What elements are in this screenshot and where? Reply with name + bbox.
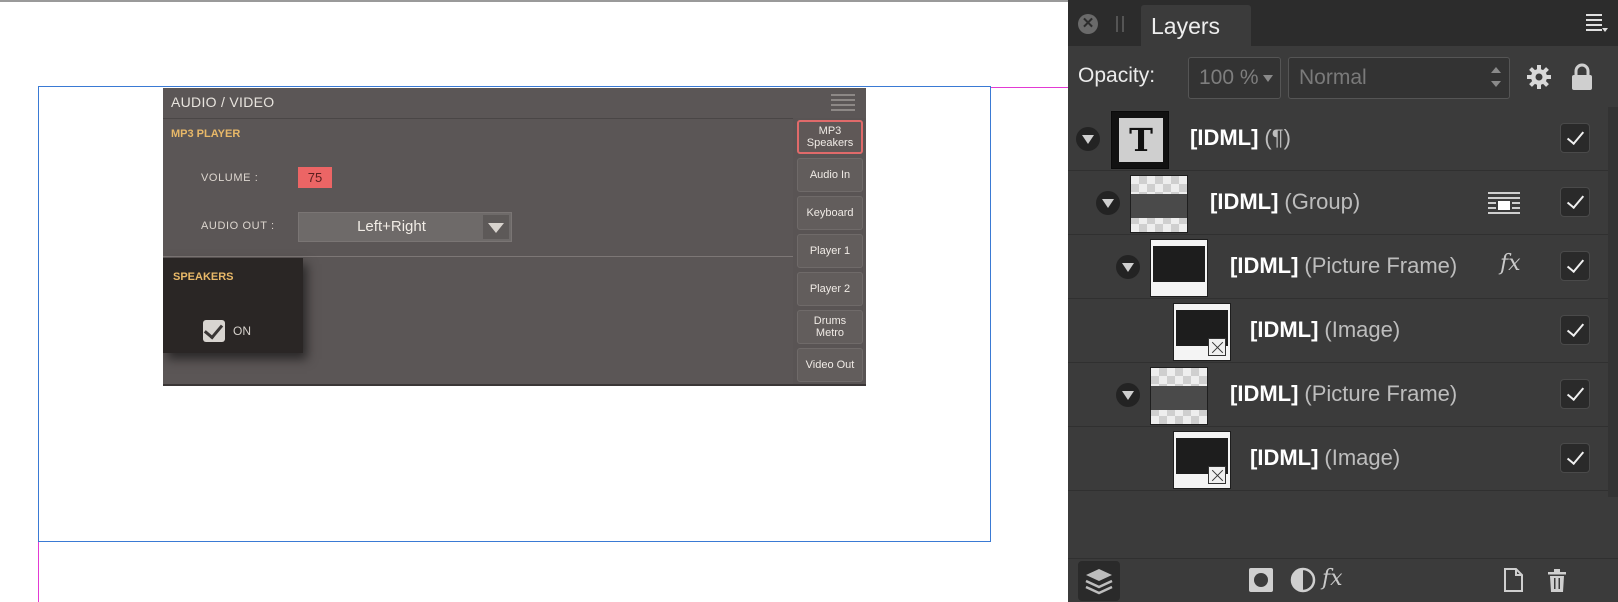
drag-grip-icon[interactable]: [1116, 16, 1124, 32]
av-bottom-edge: [163, 384, 866, 386]
panel-tab-bar: ✕ Layers: [1068, 0, 1618, 46]
image-icon: [1208, 338, 1226, 356]
visibility-checkbox[interactable]: [1560, 251, 1590, 281]
embedded-audio-video-image[interactable]: AUDIO / VIDEO MP3 PLAYER VOLUME : 75 AUD…: [163, 88, 866, 386]
layer-name: [IDML] (Group): [1210, 189, 1361, 214]
speakers-checkbox-icon: [203, 320, 225, 342]
layer-thumbnail: [1150, 239, 1208, 297]
layer-row-picture-frame[interactable]: [IDML] (Picture Frame): [1068, 363, 1608, 427]
layer-thumbnail: [1150, 367, 1208, 425]
chevron-down-icon: [483, 215, 509, 239]
add-layer-icon[interactable]: [1500, 567, 1526, 593]
tab-layers[interactable]: Layers: [1141, 5, 1251, 46]
layer-row-image[interactable]: [IDML] (Image): [1068, 427, 1608, 491]
side-tab-drums-metro: Drums Metro: [797, 310, 863, 344]
image-icon: [1208, 466, 1226, 484]
av-separator: [163, 256, 793, 257]
layer-row-text[interactable]: T [IDML] (¶): [1068, 107, 1608, 171]
side-tab-audio-in: Audio In: [797, 158, 863, 192]
panel-bottom-toolbar: fx: [1068, 558, 1618, 602]
fx-icon[interactable]: fx: [1500, 251, 1521, 276]
stepper-arrows-icon: [1491, 67, 1501, 89]
opacity-label: Opacity:: [1078, 64, 1156, 87]
layer-name: [IDML] (¶): [1190, 125, 1291, 150]
layer-name: [IDML] (Picture Frame): [1230, 381, 1458, 406]
opacity-field[interactable]: 100 %: [1188, 57, 1281, 99]
layer-name: [IDML] (Image): [1250, 317, 1401, 342]
layer-thumbnail: [1173, 431, 1231, 489]
layers-panel: ✕ Layers Opacity: 100 % Normal T [IDML] …: [1068, 0, 1618, 602]
blend-mode-value: Normal: [1299, 66, 1367, 89]
text-frame-icon: T: [1117, 116, 1165, 164]
layer-name: [IDML] (Picture Frame): [1230, 253, 1458, 278]
side-tab-player-2: Player 2: [797, 272, 863, 306]
expand-toggle-icon[interactable]: [1096, 191, 1120, 215]
volume-label: VOLUME :: [201, 172, 259, 184]
visibility-checkbox[interactable]: [1560, 123, 1590, 153]
lock-icon[interactable]: [1570, 63, 1594, 91]
trash-icon[interactable]: [1544, 567, 1570, 593]
visibility-checkbox[interactable]: [1560, 443, 1590, 473]
scrollbar[interactable]: [1608, 107, 1618, 497]
layers-stack-icon: [1085, 569, 1113, 595]
side-tab-player-1: Player 1: [797, 234, 863, 268]
adjustment-icon[interactable]: [1290, 567, 1316, 593]
layer-row-image[interactable]: [IDML] (Image): [1068, 299, 1608, 363]
visibility-checkbox[interactable]: [1560, 379, 1590, 409]
speakers-popup: SPEAKERS ON: [163, 258, 303, 353]
margin-guide-vertical: [38, 540, 39, 602]
visibility-checkbox[interactable]: [1560, 315, 1590, 345]
layer-name: [IDML] (Image): [1250, 445, 1401, 470]
audio-out-value: Left+Right: [357, 218, 426, 235]
text-wrap-icon[interactable]: [1488, 191, 1520, 215]
av-title: AUDIO / VIDEO: [171, 94, 275, 110]
layer-row-group[interactable]: [IDML] (Group): [1068, 171, 1608, 235]
canvas-top-edge: [0, 0, 1068, 2]
layer-row-picture-frame[interactable]: [IDML] (Picture Frame) fx: [1068, 235, 1608, 299]
expand-toggle-icon[interactable]: [1116, 383, 1140, 407]
fx-icon[interactable]: fx: [1322, 566, 1343, 591]
expand-toggle-icon[interactable]: [1076, 127, 1100, 151]
speakers-heading: SPEAKERS: [173, 271, 234, 283]
side-tab-mp3-speakers: MP3 Speakers: [797, 120, 863, 154]
panel-menu-icon[interactable]: [1586, 14, 1608, 32]
audio-out-label: AUDIO OUT :: [201, 220, 275, 232]
visibility-checkbox[interactable]: [1560, 187, 1590, 217]
expand-toggle-icon[interactable]: [1116, 255, 1140, 279]
layer-thumbnail: T: [1111, 111, 1169, 169]
close-icon[interactable]: ✕: [1078, 14, 1098, 34]
av-divider: [163, 118, 793, 119]
layer-thumbnail: [1130, 175, 1188, 233]
margin-guide-horizontal: [990, 87, 1068, 88]
side-tab-keyboard: Keyboard: [797, 196, 863, 230]
volume-value: 75: [298, 167, 332, 188]
gear-icon[interactable]: [1525, 63, 1553, 91]
mp3-player-heading: MP3 PLAYER: [171, 128, 241, 140]
layer-thumbnail: [1173, 303, 1231, 361]
side-tab-video-out: Video Out: [797, 348, 863, 382]
blend-mode-select[interactable]: Normal: [1288, 57, 1510, 99]
layers-stack-button[interactable]: [1078, 561, 1120, 601]
audio-out-select: Left+Right: [298, 212, 512, 242]
av-side-tabs: MP3 Speakers Audio In Keyboard Player 1 …: [793, 118, 866, 386]
av-menu-icon: [831, 94, 855, 112]
mask-layer-icon[interactable]: [1248, 567, 1274, 593]
speakers-on-label: ON: [233, 324, 251, 338]
page: AUDIO / VIDEO MP3 PLAYER VOLUME : 75 AUD…: [0, 0, 1618, 602]
